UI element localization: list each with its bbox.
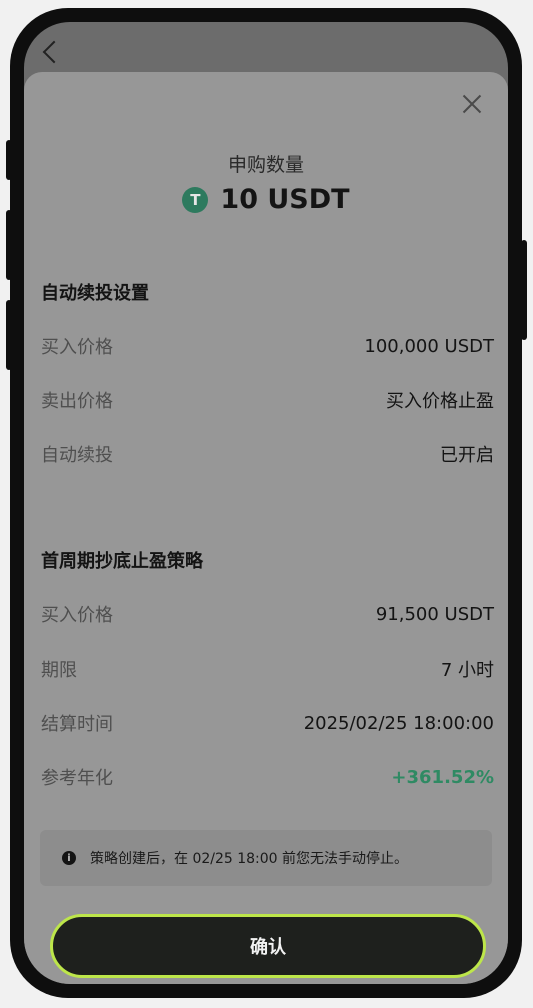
subscription-confirm-sheet: 申购数量 T 10 USDT 自动续投设置 买入价格 100,000 USDT … xyxy=(24,72,508,984)
close-icon[interactable] xyxy=(462,94,482,114)
detail-row: 买入价格 100,000 USDT xyxy=(41,333,494,359)
notice-banner: i 策略创建后，在 02/25 18:00 前您无法手动停止。 xyxy=(40,830,492,886)
detail-row: 卖出价格 买入价格止盈 xyxy=(41,387,494,413)
phone-frame: 申购数量 T 10 USDT 自动续投设置 买入价格 100,000 USDT … xyxy=(10,8,522,998)
row-label: 结算时间 xyxy=(41,714,113,735)
detail-row: 自动续投 已开启 xyxy=(41,441,494,467)
row-value: 100,000 USDT xyxy=(364,335,494,357)
row-value: 买入价格止盈 xyxy=(386,391,494,412)
back-chevron-icon[interactable] xyxy=(42,40,66,64)
strategy-title: 首周期抄底止盈策略 xyxy=(41,551,203,572)
row-label: 自动续投 xyxy=(41,445,113,466)
screen: 申购数量 T 10 USDT 自动续投设置 买入价格 100,000 USDT … xyxy=(24,22,508,984)
detail-row: 参考年化 +361.52% xyxy=(41,764,494,790)
amount-row: T 10 USDT xyxy=(24,184,508,215)
side-button xyxy=(6,140,12,180)
row-value: 2025/02/25 18:00:00 xyxy=(303,712,494,734)
amount-value: 10 USDT xyxy=(220,184,350,215)
side-button xyxy=(521,240,527,340)
info-icon: i xyxy=(62,851,76,865)
detail-row: 期限 7 小时 xyxy=(41,656,494,682)
side-button xyxy=(6,300,12,370)
side-button xyxy=(6,210,12,280)
row-value: 已开启 xyxy=(440,445,494,466)
confirm-button[interactable]: 确认 xyxy=(50,914,486,978)
apr-value: +361.52% xyxy=(391,766,494,788)
auto-reinvest-title: 自动续投设置 xyxy=(41,283,149,304)
usdt-coin-icon: T xyxy=(182,186,209,213)
row-label: 买入价格 xyxy=(41,605,113,626)
row-label: 期限 xyxy=(41,660,77,681)
notice-text: 策略创建后，在 02/25 18:00 前您无法手动停止。 xyxy=(90,851,409,867)
row-value: 91,500 USDT xyxy=(375,603,494,625)
detail-row: 买入价格 91,500 USDT xyxy=(41,601,494,627)
row-label: 买入价格 xyxy=(41,337,113,358)
row-label: 参考年化 xyxy=(41,768,113,789)
detail-row: 结算时间 2025/02/25 18:00:00 xyxy=(41,710,494,736)
amount-label: 申购数量 xyxy=(227,154,304,176)
row-value: 7 小时 xyxy=(440,660,494,681)
row-label: 卖出价格 xyxy=(41,391,113,412)
